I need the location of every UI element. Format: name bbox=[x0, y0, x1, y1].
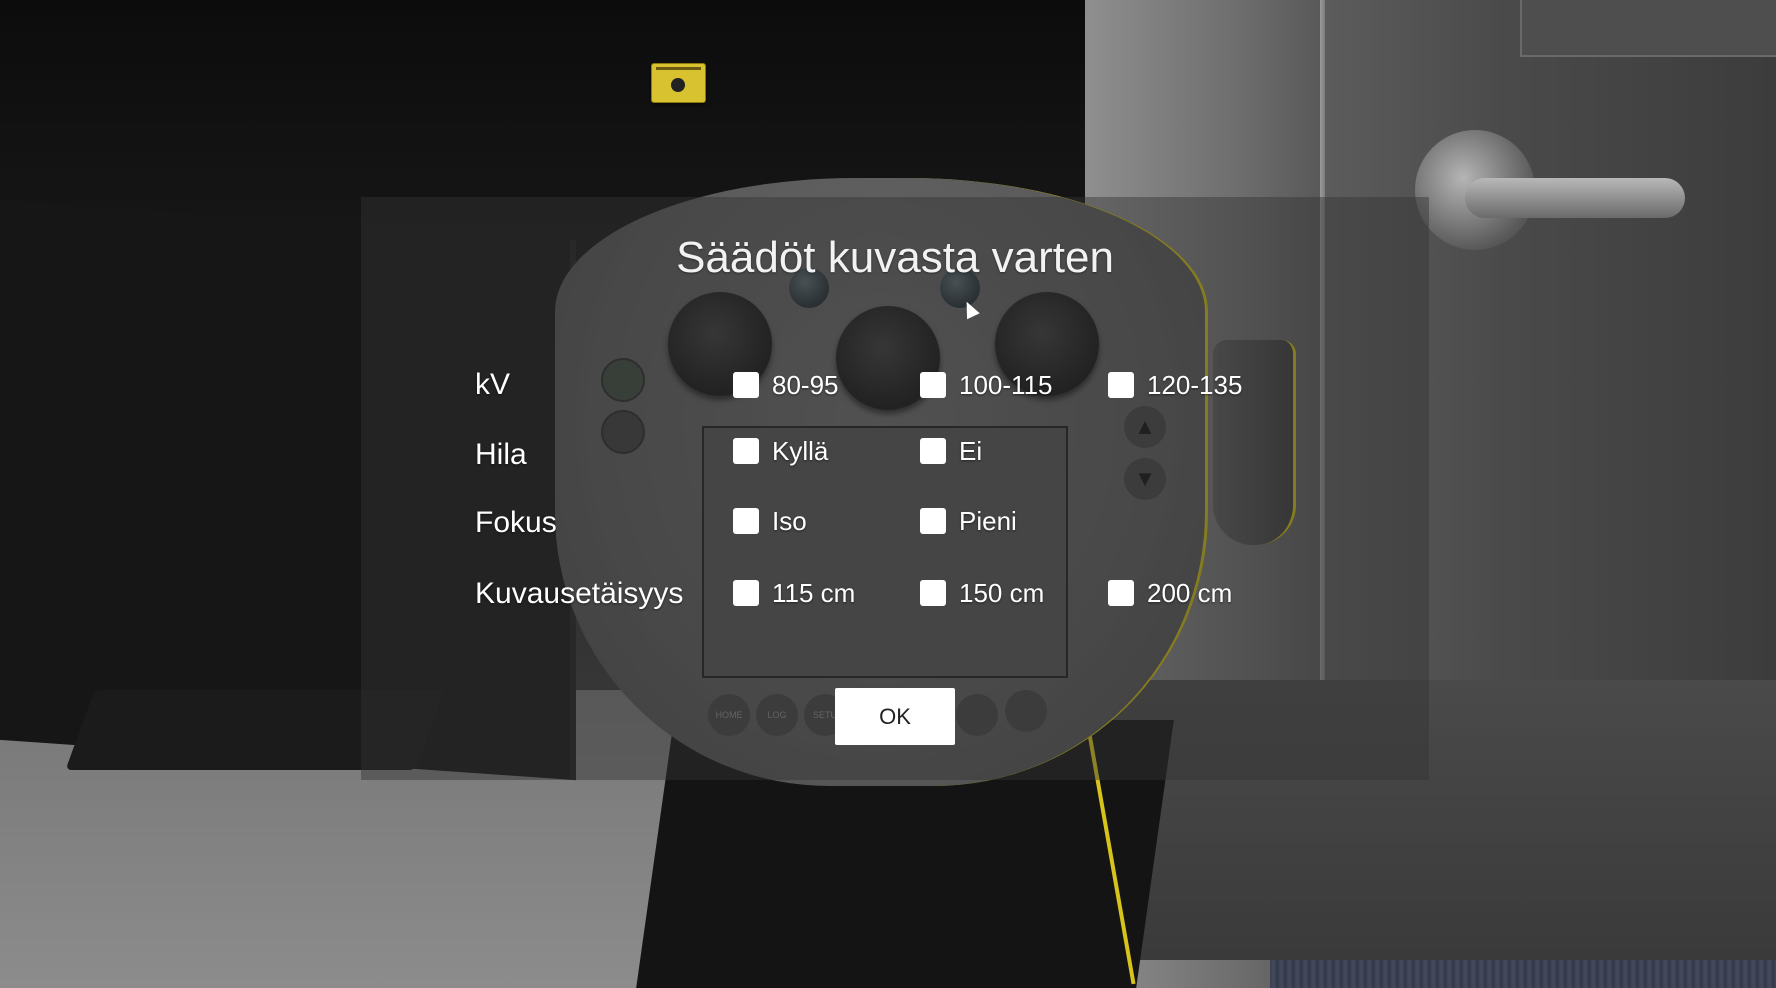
ok-button[interactable]: OK bbox=[835, 688, 955, 745]
warning-sign-text bbox=[656, 67, 701, 70]
option-label: 200 cm bbox=[1147, 578, 1233, 608]
option-hila-kylla[interactable]: Kyllä bbox=[733, 431, 828, 471]
option-label: 115 cm bbox=[772, 578, 856, 608]
checkbox-fokus-iso[interactable] bbox=[733, 508, 759, 534]
option-kv-120-135[interactable]: 120-135 bbox=[1108, 365, 1242, 405]
door-panel bbox=[1520, 0, 1776, 57]
option-distance-200[interactable]: 200 cm bbox=[1108, 573, 1232, 613]
option-hila-ei[interactable]: Ei bbox=[920, 431, 982, 471]
checkbox-kv-100-115[interactable] bbox=[920, 372, 946, 398]
option-distance-115[interactable]: 115 cm bbox=[733, 573, 855, 613]
checkbox-distance-150[interactable] bbox=[920, 580, 946, 606]
row-label-kuvausetaisyys: Kuvausetäisyys bbox=[475, 577, 684, 610]
option-label: Kyllä bbox=[772, 436, 829, 466]
checkbox-hila-kylla[interactable] bbox=[733, 438, 759, 464]
option-kv-100-115[interactable]: 100-115 bbox=[920, 365, 1053, 405]
option-label: 80-95 bbox=[772, 370, 839, 400]
option-fokus-pieni[interactable]: Pieni bbox=[920, 501, 1017, 541]
checkbox-fokus-pieni[interactable] bbox=[920, 508, 946, 534]
game-scene: ▲ ▼ HOME LOG SETU Säädöt kuvasta varten … bbox=[0, 0, 1776, 988]
checkbox-hila-ei[interactable] bbox=[920, 438, 946, 464]
option-label: 100-115 bbox=[959, 370, 1053, 400]
row-label-hila: Hila bbox=[475, 438, 527, 471]
checkbox-distance-200[interactable] bbox=[1108, 580, 1134, 606]
door-handle-icon bbox=[1465, 178, 1685, 218]
checkbox-kv-80-95[interactable] bbox=[733, 372, 759, 398]
row-label-kv: kV bbox=[475, 368, 511, 401]
option-label: 150 cm bbox=[959, 578, 1045, 608]
option-label: Ei bbox=[959, 436, 983, 466]
radiation-symbol-icon bbox=[671, 78, 685, 92]
option-label: Iso bbox=[772, 506, 807, 536]
checkbox-distance-115[interactable] bbox=[733, 580, 759, 606]
option-label: Pieni bbox=[959, 506, 1017, 536]
dialog-title: Säädöt kuvasta varten bbox=[676, 233, 1114, 282]
radiation-warning-icon bbox=[651, 63, 706, 103]
option-distance-150[interactable]: 150 cm bbox=[920, 573, 1044, 613]
option-label: 120-135 bbox=[1147, 370, 1243, 400]
option-kv-80-95[interactable]: 80-95 bbox=[733, 365, 839, 405]
row-label-fokus: Fokus bbox=[475, 506, 557, 539]
checkbox-kv-120-135[interactable] bbox=[1108, 372, 1134, 398]
option-fokus-iso[interactable]: Iso bbox=[733, 501, 807, 541]
